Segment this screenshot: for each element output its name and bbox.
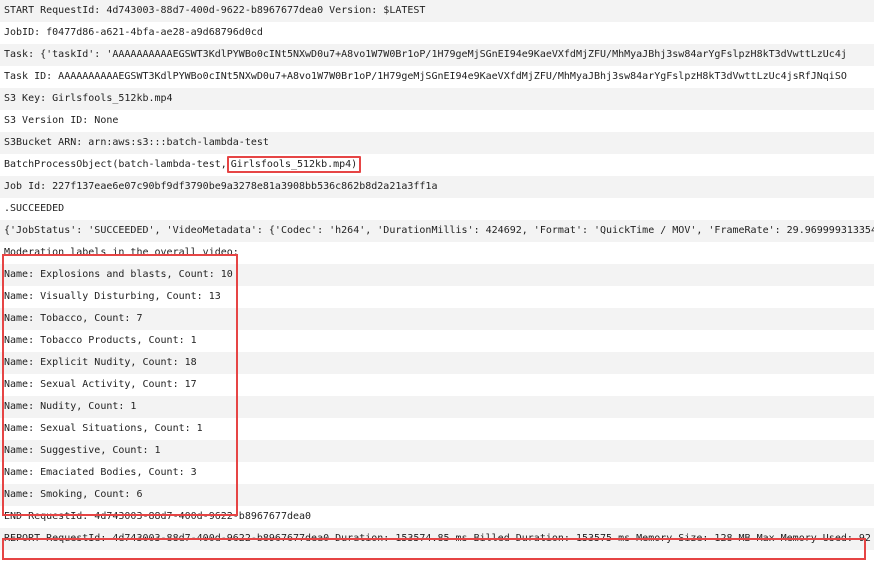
moderation-item: Name: Tobacco, Count: 7 bbox=[0, 308, 874, 330]
batch-process-object-highlight: Girlsfools_512kb.mp4) bbox=[226, 156, 362, 173]
moderation-item: Name: Suggestive, Count: 1 bbox=[0, 440, 874, 462]
log-line-batch-process: BatchProcessObject(batch-lambda-test, Gir… bbox=[0, 154, 874, 176]
log-line-job-status-json: {'JobStatus': 'SUCCEEDED', 'VideoMetadat… bbox=[0, 220, 874, 242]
moderation-item: Name: Tobacco Products, Count: 1 bbox=[0, 330, 874, 352]
moderation-header: Moderation labels in the overall video: bbox=[0, 242, 874, 264]
log-line-s3-bucket: S3Bucket ARN: arn:aws:s3:::batch-lambda-… bbox=[0, 132, 874, 154]
log-line-job-id-full: Job Id: 227f137eae6e07c90bf9df3790be9a32… bbox=[0, 176, 874, 198]
log-line-end: END RequestId: 4d743003-88d7-400d-9622-b… bbox=[0, 506, 874, 528]
moderation-item: Name: Emaciated Bodies, Count: 3 bbox=[0, 462, 874, 484]
log-output: START RequestId: 4d743003-88d7-400d-9622… bbox=[0, 0, 874, 562]
log-line-s3-key: S3 Key: Girlsfools_512kb.mp4 bbox=[0, 88, 874, 110]
moderation-item: Name: Explosions and blasts, Count: 10 bbox=[0, 264, 874, 286]
moderation-item: Name: Visually Disturbing, Count: 13 bbox=[0, 286, 874, 308]
log-line-succeeded: .SUCCEEDED bbox=[0, 198, 874, 220]
moderation-item: Name: Sexual Situations, Count: 1 bbox=[0, 418, 874, 440]
moderation-item: Name: Sexual Activity, Count: 17 bbox=[0, 374, 874, 396]
moderation-item: Name: Nudity, Count: 1 bbox=[0, 396, 874, 418]
log-line-task-id: Task ID: AAAAAAAAAAEGSWT3KdlPYWBo0cINt5N… bbox=[0, 66, 874, 88]
log-line-start: START RequestId: 4d743003-88d7-400d-9622… bbox=[0, 0, 874, 22]
moderation-item: Name: Explicit Nudity, Count: 18 bbox=[0, 352, 874, 374]
log-line-job-id: JobID: f0477d86-a621-4bfa-ae28-a9d68796d… bbox=[0, 22, 874, 44]
batch-process-prefix: BatchProcessObject(batch-lambda-test, bbox=[4, 159, 227, 170]
log-line-report: REPORT RequestId: 4d743003-88d7-400d-962… bbox=[0, 528, 874, 550]
log-line-task: Task: {'taskId': 'AAAAAAAAAAEGSWT3KdlPYW… bbox=[0, 44, 874, 66]
moderation-item: Name: Smoking, Count: 6 bbox=[0, 484, 874, 506]
log-line-s3-version: S3 Version ID: None bbox=[0, 110, 874, 132]
